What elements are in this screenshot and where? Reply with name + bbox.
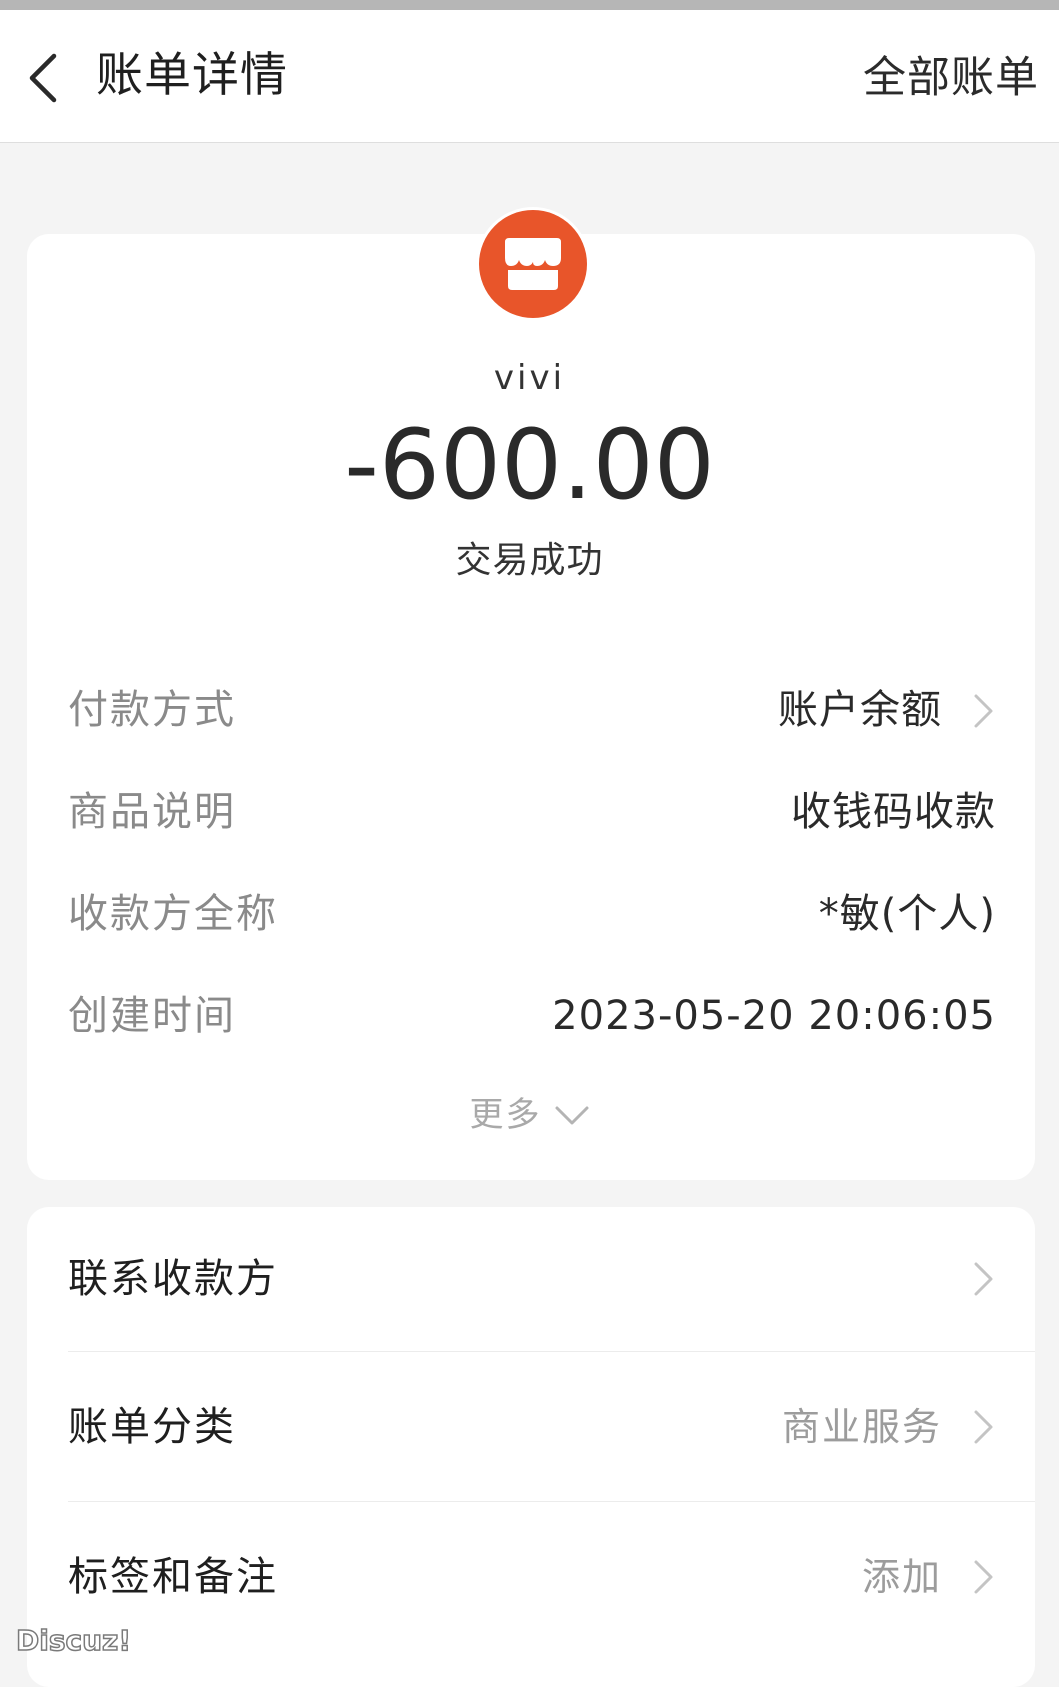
tags-notes-label: 标签和备注: [68, 1554, 278, 1600]
created-time-label: 创建时间: [68, 993, 236, 1039]
watermark: Discuz!: [15, 1623, 132, 1658]
payee-full-name-value: *敏(个人): [818, 891, 996, 937]
merchant-name: vivi: [493, 358, 566, 398]
product-description-row: 商品说明 收钱码收款: [68, 782, 996, 842]
row-divider: [68, 1501, 1035, 1502]
bill-category-label: 账单分类: [68, 1404, 236, 1450]
more-label: 更多: [469, 1095, 542, 1135]
bill-category-value: 商业服务: [781, 1405, 942, 1449]
payment-method-value: 账户余额: [778, 687, 942, 733]
back-button[interactable]: [22, 48, 72, 108]
row-divider: [68, 1351, 1035, 1352]
chevron-right-icon: [974, 694, 993, 728]
payee-full-name-label: 收款方全称: [68, 891, 278, 937]
tags-notes-row[interactable]: 标签和备注 添加: [68, 1542, 996, 1612]
created-time-value: 2023-05-20 20:06:05: [552, 993, 996, 1039]
transaction-status: 交易成功: [455, 540, 604, 581]
payment-method-label: 付款方式: [68, 687, 236, 733]
product-description-value: 收钱码收款: [791, 789, 996, 835]
all-bills-link[interactable]: 全部账单: [863, 50, 1039, 106]
app-header: 账单详情 全部账单: [0, 10, 1059, 143]
chevron-right-icon: [974, 1410, 993, 1444]
created-time-row: 创建时间 2023-05-20 20:06:05: [68, 986, 996, 1046]
contact-payee-row[interactable]: 联系收款方: [68, 1244, 996, 1314]
transaction-amount: -600.00: [344, 409, 715, 521]
more-toggle[interactable]: 更多: [0, 1090, 1059, 1140]
shop-icon: [505, 238, 561, 290]
chevron-down-icon: [555, 1106, 588, 1125]
payee-full-name-row: 收款方全称 *敏(个人): [68, 884, 996, 944]
contact-payee-label: 联系收款方: [68, 1256, 278, 1302]
page-title: 账单详情: [96, 48, 288, 103]
payment-method-row[interactable]: 付款方式 账户余额: [68, 680, 996, 740]
product-description-label: 商品说明: [68, 789, 236, 835]
chevron-right-icon: [974, 1560, 993, 1594]
tags-notes-value: 添加: [861, 1555, 942, 1599]
merchant-avatar: [476, 207, 590, 321]
bill-category-row[interactable]: 账单分类 商业服务: [68, 1392, 996, 1462]
chevron-left-icon: [29, 53, 57, 103]
status-bar-strip: [0, 0, 1059, 10]
chevron-right-icon: [974, 1262, 993, 1296]
